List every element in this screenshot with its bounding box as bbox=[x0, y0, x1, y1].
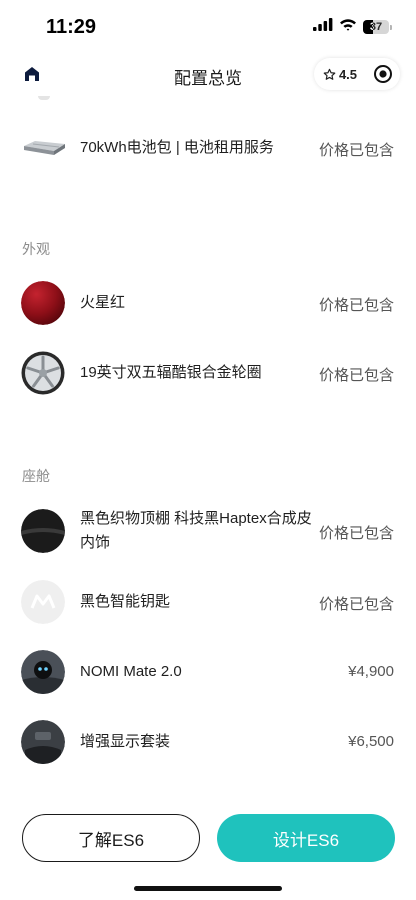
battery-level: 37 bbox=[369, 21, 383, 33]
home-button[interactable] bbox=[20, 62, 44, 86]
status-time: 11:29 bbox=[46, 16, 97, 38]
item-price: 价格已包含 bbox=[318, 367, 394, 384]
battery-cap bbox=[390, 24, 392, 30]
config-list[interactable]: 70kWh电池包 | 电池租用服务 价格已包含 外观 火星红 价格已包含 19英… bbox=[0, 96, 416, 796]
item-name: 增强显示套装 bbox=[80, 733, 171, 750]
section-label-exterior: 外观 bbox=[22, 241, 50, 257]
home-icon bbox=[25, 67, 39, 81]
item-price: 价格已包含 bbox=[318, 525, 394, 542]
alloy-wheel-image bbox=[21, 351, 65, 395]
home-indicator[interactable] bbox=[134, 886, 282, 891]
design-es6-button[interactable]: 设计ES6 bbox=[217, 814, 395, 862]
item-price: 价格已包含 bbox=[318, 142, 394, 159]
interior-image bbox=[21, 509, 65, 553]
rating-button[interactable]: 4.5 bbox=[314, 67, 366, 82]
status-bar: 11:29 37 bbox=[0, 0, 416, 54]
nav-bar: 配置总览 4.5 bbox=[0, 54, 416, 96]
paint-swatch-image bbox=[21, 281, 65, 325]
list-item-nomi[interactable]: NOMI Mate 2.0 ¥4,900 bbox=[0, 650, 416, 694]
list-item-battery[interactable]: 70kWh电池包 | 电池租用服务 价格已包含 bbox=[0, 126, 416, 170]
battery-icon: 37 bbox=[363, 20, 389, 34]
display-kit-image bbox=[21, 720, 65, 764]
list-item-paint[interactable]: 火星红 价格已包含 bbox=[0, 281, 416, 325]
battery-pack-image bbox=[21, 126, 67, 170]
cellular-signal-icon bbox=[313, 18, 333, 36]
smart-key-image bbox=[21, 580, 65, 624]
item-name: 黑色织物顶棚 科技黑Haptex合成皮内饰 bbox=[80, 510, 312, 551]
item-price: ¥4,900 bbox=[348, 663, 394, 680]
wifi-icon bbox=[339, 18, 357, 36]
section-label-cabin: 座舱 bbox=[22, 468, 50, 484]
item-name: 19英寸双五辐酷银合金轮圈 bbox=[80, 364, 262, 381]
item-price: 价格已包含 bbox=[318, 596, 394, 613]
list-item-key[interactable]: 黑色智能钥匙 价格已包含 bbox=[0, 580, 416, 624]
learn-es6-button[interactable]: 了解ES6 bbox=[22, 814, 200, 862]
bottom-action-bar: 了解ES6 设计ES6 bbox=[0, 796, 416, 900]
status-icons: 37 bbox=[313, 18, 392, 36]
mini-program-capsule: 4.5 bbox=[314, 58, 400, 90]
list-item-interior[interactable]: 黑色织物顶棚 科技黑Haptex合成皮内饰 价格已包含 bbox=[0, 507, 416, 555]
item-name: 黑色智能钥匙 bbox=[80, 593, 171, 610]
nomi-mate-image bbox=[21, 650, 65, 694]
item-name: 火星红 bbox=[80, 294, 126, 311]
star-icon bbox=[323, 68, 336, 80]
item-price: 价格已包含 bbox=[318, 297, 394, 314]
previous-item-edge bbox=[38, 96, 50, 100]
rating-value: 4.5 bbox=[338, 66, 358, 82]
list-item-wheel[interactable]: 19英寸双五辐酷银合金轮圈 价格已包含 bbox=[0, 351, 416, 395]
close-mini-program-button[interactable] bbox=[366, 64, 400, 84]
list-item-display[interactable]: 增强显示套装 ¥6,500 bbox=[0, 720, 416, 764]
target-icon bbox=[374, 65, 392, 83]
item-name: NOMI Mate 2.0 bbox=[80, 663, 182, 680]
item-name: 70kWh电池包 | 电池租用服务 bbox=[80, 139, 274, 156]
item-price: ¥6,500 bbox=[348, 733, 394, 750]
